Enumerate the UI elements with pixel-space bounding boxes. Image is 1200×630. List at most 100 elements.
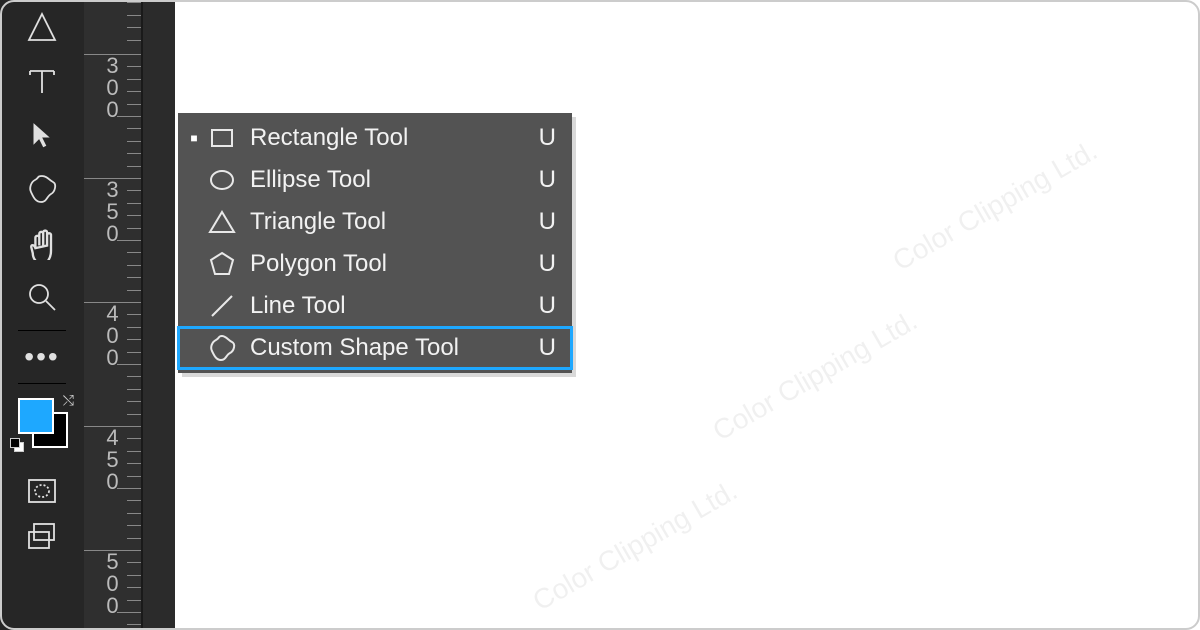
hand-tool[interactable] xyxy=(12,216,72,270)
blob-shape-icon xyxy=(25,172,59,206)
flyout-item-rect[interactable]: ■ Rectangle ToolU xyxy=(178,117,572,159)
ruler-minor-tick xyxy=(127,562,141,563)
ruler-major-tick: 300 xyxy=(84,54,141,121)
flyout-item-label: Polygon Tool xyxy=(244,250,532,278)
ellipse-icon xyxy=(200,165,244,195)
ruler-minor-tick xyxy=(127,27,141,28)
path-selection-tool[interactable] xyxy=(12,108,72,162)
ruler-minor-tick xyxy=(127,401,141,402)
flyout-item-shortcut: U xyxy=(532,166,556,194)
ruler-minor-tick xyxy=(127,91,141,92)
flyout-item-ellipse[interactable]: Ellipse ToolU xyxy=(178,159,572,201)
zoom-tool[interactable] xyxy=(12,270,72,324)
flyout-item-polygon[interactable]: Polygon ToolU xyxy=(178,243,572,285)
more-icon: ••• xyxy=(24,347,59,367)
ruler-minor-tick xyxy=(127,104,141,105)
ruler-minor-tick xyxy=(127,166,141,167)
ruler-minor-tick xyxy=(127,538,141,539)
polygon-icon xyxy=(200,249,244,279)
ruler-major-tick: 450 xyxy=(84,426,141,493)
ruler-mid-tick xyxy=(117,116,141,117)
separator xyxy=(18,383,66,384)
ruler-minor-tick xyxy=(127,463,141,464)
ruler-mid-tick xyxy=(117,240,141,241)
magnifier-icon xyxy=(25,280,59,314)
flyout-item-label: Ellipse Tool xyxy=(244,166,532,194)
ruler-minor-tick xyxy=(127,252,141,253)
ruler-minor-tick xyxy=(127,327,141,328)
ruler-minor-tick xyxy=(127,228,141,229)
ruler-minor-tick xyxy=(127,352,141,353)
screen-mode-icon xyxy=(25,520,59,554)
arrow-cursor-icon xyxy=(25,118,59,152)
ruler-major-tick: 350 xyxy=(84,178,141,245)
flyout-item-shortcut: U xyxy=(532,124,556,152)
sharpen-tool[interactable] xyxy=(12,0,72,54)
ruler-minor-tick xyxy=(127,203,141,204)
ruler-minor-tick xyxy=(127,277,141,278)
flyout-item-label: Rectangle Tool xyxy=(244,124,532,152)
flyout-item-shortcut: U xyxy=(532,250,556,278)
ruler-minor-tick xyxy=(127,190,141,191)
active-indicator: ■ xyxy=(188,131,200,145)
flyout-item-line[interactable]: Line ToolU xyxy=(178,285,572,327)
flyout-item-label: Custom Shape Tool xyxy=(244,334,532,362)
ruler-minor-tick xyxy=(127,438,141,439)
ruler-minor-tick xyxy=(127,414,141,415)
ruler-minor-tick xyxy=(127,2,141,3)
tools-panel: ••• ⤭ xyxy=(0,0,84,630)
quick-mask-button[interactable] xyxy=(12,468,72,514)
line-icon xyxy=(200,291,244,321)
triangle-icon xyxy=(200,207,244,237)
ruler-minor-tick xyxy=(127,513,141,514)
flyout-item-shortcut: U xyxy=(532,292,556,320)
blob-icon xyxy=(200,333,244,363)
ruler-minor-tick xyxy=(127,575,141,576)
separator xyxy=(18,330,66,331)
ruler-minor-tick xyxy=(127,153,141,154)
color-swatches[interactable]: ⤭ xyxy=(14,394,70,450)
ruler-minor-tick xyxy=(127,40,141,41)
ruler-minor-tick xyxy=(127,66,141,67)
ruler-minor-tick xyxy=(127,141,141,142)
flyout-item-label: Triangle Tool xyxy=(244,208,532,236)
ruler-minor-tick xyxy=(127,265,141,266)
ruler-minor-tick xyxy=(127,314,141,315)
ruler-minor-tick xyxy=(127,15,141,16)
ruler-major-tick: 400 xyxy=(84,302,141,369)
ruler-major-tick: 500 xyxy=(84,550,141,617)
ruler-minor-tick xyxy=(127,476,141,477)
type-tool[interactable] xyxy=(12,54,72,108)
ruler-mid-tick xyxy=(117,612,141,613)
edit-toolbar-button[interactable]: ••• xyxy=(12,337,72,377)
flyout-item-triangle[interactable]: Triangle ToolU xyxy=(178,201,572,243)
shape-tool-flyout: ■Rectangle ToolUEllipse ToolUTriangle To… xyxy=(178,113,572,373)
flyout-item-blob[interactable]: Custom Shape ToolU xyxy=(178,327,572,369)
ruler-minor-tick xyxy=(127,389,141,390)
foreground-color-swatch[interactable] xyxy=(18,398,54,434)
rect-icon xyxy=(200,123,244,153)
ruler-minor-tick xyxy=(127,290,141,291)
ruler-minor-tick xyxy=(127,79,141,80)
vertical-ruler: 250300350400450500 xyxy=(84,0,142,630)
flyout-item-label: Line Tool xyxy=(244,292,532,320)
custom-shape-tool[interactable] xyxy=(12,162,72,216)
ruler-minor-tick xyxy=(127,128,141,129)
default-colors-icon[interactable] xyxy=(10,438,24,452)
hand-icon xyxy=(25,226,59,260)
ruler-minor-tick xyxy=(127,500,141,501)
ruler-minor-tick xyxy=(127,600,141,601)
quick-mask-icon xyxy=(25,474,59,508)
triangle-sharpen-icon xyxy=(25,10,59,44)
ruler-minor-tick xyxy=(127,215,141,216)
ruler-mid-tick xyxy=(117,488,141,489)
swap-colors-icon[interactable]: ⤭ xyxy=(63,392,74,409)
ruler-minor-tick xyxy=(127,451,141,452)
ruler-minor-tick xyxy=(127,339,141,340)
ruler-minor-tick xyxy=(127,376,141,377)
ruler-minor-tick xyxy=(127,525,141,526)
ruler-minor-tick xyxy=(127,587,141,588)
screen-mode-button[interactable] xyxy=(12,514,72,560)
ruler-minor-tick xyxy=(127,624,141,625)
ruler-mid-tick xyxy=(117,364,141,365)
